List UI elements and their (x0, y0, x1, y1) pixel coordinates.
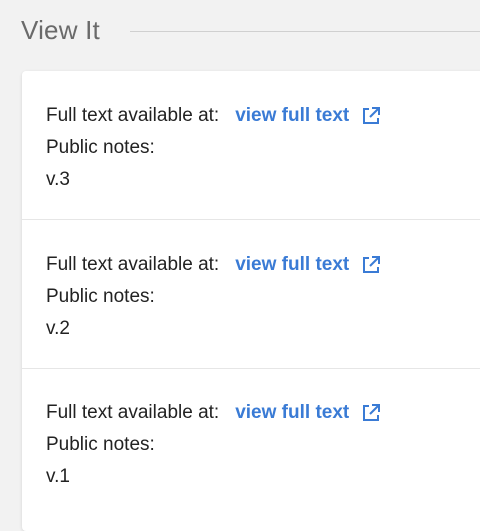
public-note-value: v.3 (46, 169, 70, 190)
fulltext-entry: Full text available at: view full text P… (22, 71, 480, 220)
external-link-icon (363, 256, 381, 273)
view-full-text-label: view full text (235, 254, 350, 275)
public-note-value: v.1 (46, 466, 70, 487)
external-link-icon (363, 107, 381, 124)
public-notes-label: Public notes: (46, 137, 155, 158)
external-link-icon (363, 404, 381, 421)
section-title: View It (21, 14, 100, 45)
view-full-text-link[interactable]: view full text (235, 397, 381, 429)
public-note-value: v.2 (46, 318, 70, 339)
public-notes-label: Public notes: (46, 286, 155, 307)
available-label: Full text available at: (46, 105, 220, 126)
view-it-card: Full text available at: view full text P… (22, 71, 480, 531)
view-full-text-label: view full text (235, 402, 350, 423)
view-full-text-link[interactable]: view full text (235, 100, 381, 132)
fulltext-entry: Full text available at: view full text P… (22, 220, 480, 369)
fulltext-entry: Full text available at: view full text P… (22, 368, 480, 516)
available-label: Full text available at: (46, 402, 220, 423)
available-label: Full text available at: (46, 254, 220, 275)
view-full-text-link[interactable]: view full text (235, 249, 381, 281)
public-notes-label: Public notes: (46, 434, 155, 455)
view-it-header: View It (21, 12, 480, 48)
view-full-text-label: view full text (235, 105, 350, 126)
section-divider (129, 30, 480, 32)
